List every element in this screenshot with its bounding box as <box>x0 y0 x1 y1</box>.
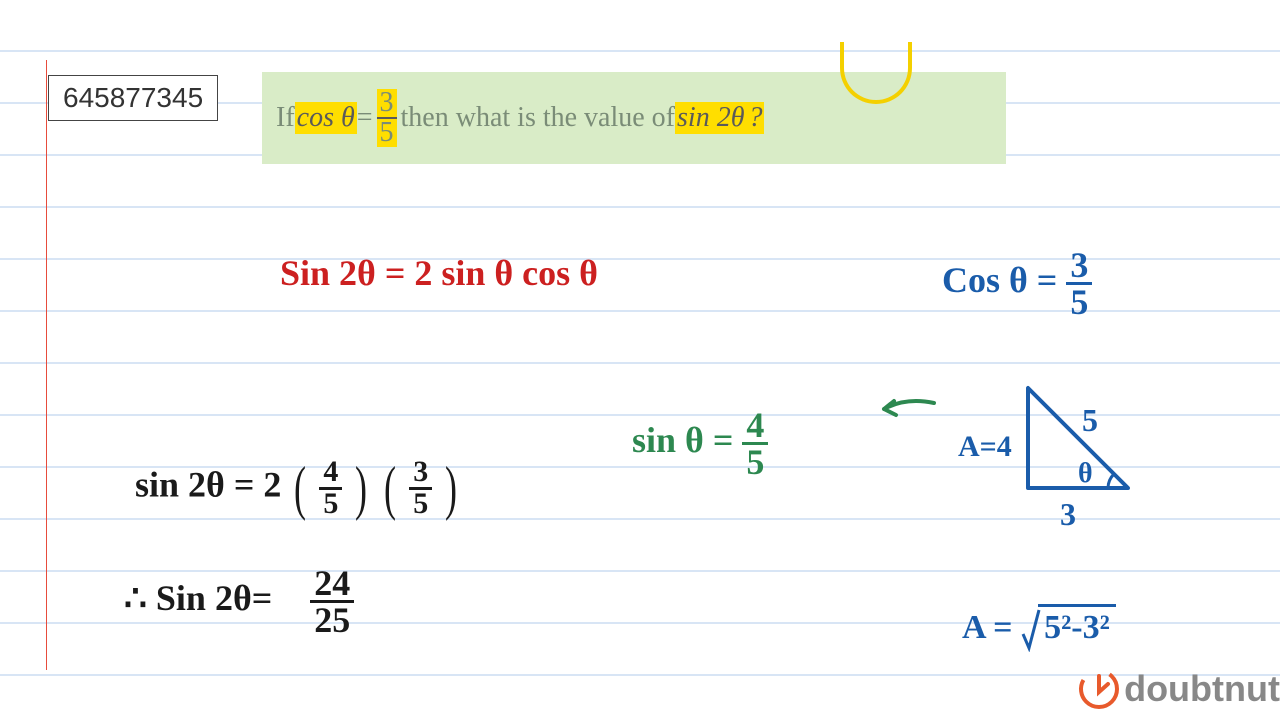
double-angle-formula: Sin 2θ = 2 sin θ cos θ <box>280 252 598 294</box>
sin-lhs: sin θ = <box>632 420 742 460</box>
triangle-base: 3 <box>1060 496 1076 533</box>
q-text-if: If <box>276 102 295 134</box>
calc1-frac1: 4 5 <box>319 458 342 518</box>
q-text-middle: then what is the value of <box>401 102 675 134</box>
calc1-lhs: sin 2θ = 2 <box>135 464 290 504</box>
calc1-f1d: 5 <box>319 490 342 519</box>
triangle-hypotenuse: 5 <box>1082 402 1098 439</box>
sin-frac-den: 5 <box>742 445 768 479</box>
triangle-side-a: A=4 <box>958 430 1012 464</box>
calc2-fraction: 24 25 <box>310 566 354 637</box>
doubtnut-logo: doubtnut <box>1078 668 1280 710</box>
cos-frac-den: 5 <box>1066 285 1092 319</box>
final-answer: ∴ Sin 2θ= 24 25 <box>124 566 354 637</box>
q-frac-den: 5 <box>377 119 397 147</box>
sin-fraction: 4 5 <box>742 408 768 479</box>
right-triangle-diagram: A=4 5 3 θ <box>960 380 1160 545</box>
cos-lhs: Cos θ = <box>942 260 1066 300</box>
question-id-box: 645877345 <box>48 75 218 121</box>
given-cos-value: Cos θ = 3 5 <box>942 248 1092 319</box>
pythag-radicand: 5²-3² <box>1038 604 1116 646</box>
substitution-step: sin 2θ = 2 ( 4 5 ) ( 3 5 ) <box>135 458 461 518</box>
calc1-f2d: 5 <box>409 490 432 519</box>
calc1-f2n: 3 <box>409 458 432 490</box>
q-sin-2theta: sin 2θ <box>675 102 746 134</box>
cos-fraction: 3 5 <box>1066 248 1092 319</box>
calc2-prefix: ∴ Sin 2θ= <box>124 578 281 618</box>
q-cos-theta: cos θ <box>295 102 357 134</box>
pythag-lhs: A = <box>962 609 1021 646</box>
calc2-num: 24 <box>310 566 354 603</box>
logo-icon <box>1078 668 1120 710</box>
logo-text: doubtnut <box>1124 668 1280 710</box>
red-margin-line <box>46 60 47 670</box>
derived-sin-value: sin θ = 4 5 <box>632 408 768 479</box>
calc1-frac2: 3 5 <box>409 458 432 518</box>
pythagorean-step: A = 5²-3² <box>962 608 1116 652</box>
q-frac-num: 3 <box>377 89 397 119</box>
q-fraction: 3 5 <box>377 89 397 147</box>
arrow-icon <box>876 395 936 420</box>
q-suffix: ? <box>746 102 764 134</box>
triangle-angle: θ <box>1078 458 1093 490</box>
cos-frac-num: 3 <box>1066 248 1092 285</box>
sin-frac-num: 4 <box>742 408 768 445</box>
q-equals: = <box>357 102 373 134</box>
sqrt-icon <box>1021 608 1041 652</box>
calc2-den: 25 <box>310 603 354 637</box>
calc1-f1n: 4 <box>319 458 342 490</box>
